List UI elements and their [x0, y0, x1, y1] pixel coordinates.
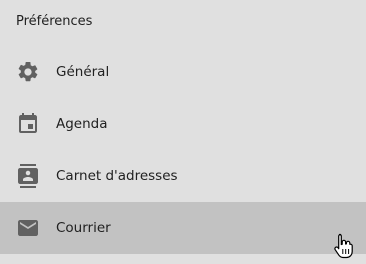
menu-item-label: Général — [56, 64, 110, 80]
menu-item-label: Agenda — [56, 116, 108, 132]
menu-item-label: Carnet d'adresses — [56, 168, 178, 184]
menu-item-address-book[interactable]: Carnet d'adresses — [0, 150, 366, 202]
address-book-icon — [16, 164, 40, 188]
hand-pointer-icon — [333, 232, 355, 260]
gear-icon — [16, 60, 40, 84]
calendar-icon — [16, 112, 40, 136]
preferences-menu: Général Agenda Carnet d'adresses Courrie… — [0, 46, 366, 254]
menu-item-label: Courrier — [56, 220, 111, 236]
menu-item-mail[interactable]: Courrier — [0, 202, 366, 254]
mail-icon — [16, 216, 40, 240]
menu-item-general[interactable]: Général — [0, 46, 366, 98]
page-title: Préférences — [16, 14, 93, 29]
menu-item-agenda[interactable]: Agenda — [0, 98, 366, 150]
